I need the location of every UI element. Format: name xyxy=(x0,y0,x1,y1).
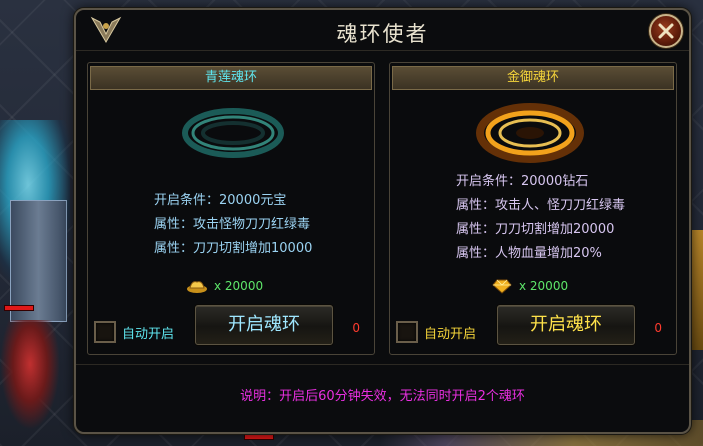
player-character[interactable] xyxy=(0,320,60,430)
attribute-2: 属性：刀刀切割增加10000 xyxy=(154,241,313,256)
attribute-2: 属性：刀刀切割增加20000 xyxy=(456,222,615,237)
cost-display: x 20000 xyxy=(491,278,568,294)
auto-open-toggle[interactable]: 自动开启 xyxy=(94,321,174,343)
auto-open-label: 自动开启 xyxy=(424,326,477,342)
remaining-count: 0 xyxy=(654,321,662,335)
open-condition: 开启条件：20000元宝 xyxy=(154,193,287,208)
gold-ingot-icon xyxy=(187,281,207,293)
auto-open-toggle[interactable]: 自动开启 xyxy=(396,321,476,343)
close-x-icon xyxy=(658,23,674,39)
close-button[interactable] xyxy=(649,14,683,48)
attribute-3: 属性：人物血量增加20% xyxy=(456,246,602,261)
open-ring-button[interactable]: 开启魂环 xyxy=(195,305,333,345)
title-bar: 魂环使者 xyxy=(76,10,689,51)
cost-display: x 20000 xyxy=(186,278,263,294)
cost-amount: x 20000 xyxy=(214,279,264,293)
open-condition: 开启条件：20000钻石 xyxy=(456,174,589,189)
ring-panel-qinglian: 青莲魂环 开启条件：20000元宝 属性：攻击怪物刀刀红绿毒 属性：刀刀切割增加… xyxy=(87,62,375,355)
instruction-note: 说明：开启后60分钟失效，无法同时开启2个魂环 xyxy=(240,389,525,404)
auto-open-checkbox[interactable] xyxy=(396,321,418,343)
ring-attributes: 开启条件：20000钻石 属性：攻击人、怪刀刀红绿毒 属性：刀刀切割增加2000… xyxy=(456,170,676,266)
open-ring-button[interactable]: 开启魂环 xyxy=(497,305,635,345)
pillar-decoration xyxy=(10,200,67,322)
attribute-1: 属性：攻击人、怪刀刀红绿毒 xyxy=(456,198,626,213)
auto-open-checkbox[interactable] xyxy=(94,321,116,343)
ring-attributes: 开启条件：20000元宝 属性：攻击怪物刀刀红绿毒 属性：刀刀切割增加10000 xyxy=(154,189,374,261)
auto-open-label: 自动开启 xyxy=(122,326,175,342)
soul-ring-dialog: 魂环使者 青莲魂环 开启条件：20000元宝 属性：攻击怪物刀刀红绿毒 属性：刀… xyxy=(74,8,691,434)
diamond-gem-icon xyxy=(492,279,512,294)
ring-name: 金御魂环 xyxy=(392,66,674,90)
jinyu-ring-icon xyxy=(476,103,584,163)
dialog-title: 魂环使者 xyxy=(336,22,429,46)
remaining-count: 0 xyxy=(352,321,360,335)
cost-amount: x 20000 xyxy=(519,279,569,293)
footer: 说明：开启后60分钟失效，无法同时开启2个魂环 xyxy=(76,364,689,427)
ring-panel-jinyu: 金御魂环 开启条件：20000钻石 属性：攻击人、怪刀刀红绿毒 属性：刀刀切割增… xyxy=(389,62,677,355)
attribute-1: 属性：攻击怪物刀刀红绿毒 xyxy=(154,217,311,232)
ring-name: 青莲魂环 xyxy=(90,66,372,90)
npc-hp-bar xyxy=(244,434,274,440)
player-hp-bar xyxy=(4,305,34,311)
qinglian-ring-icon xyxy=(182,108,284,158)
